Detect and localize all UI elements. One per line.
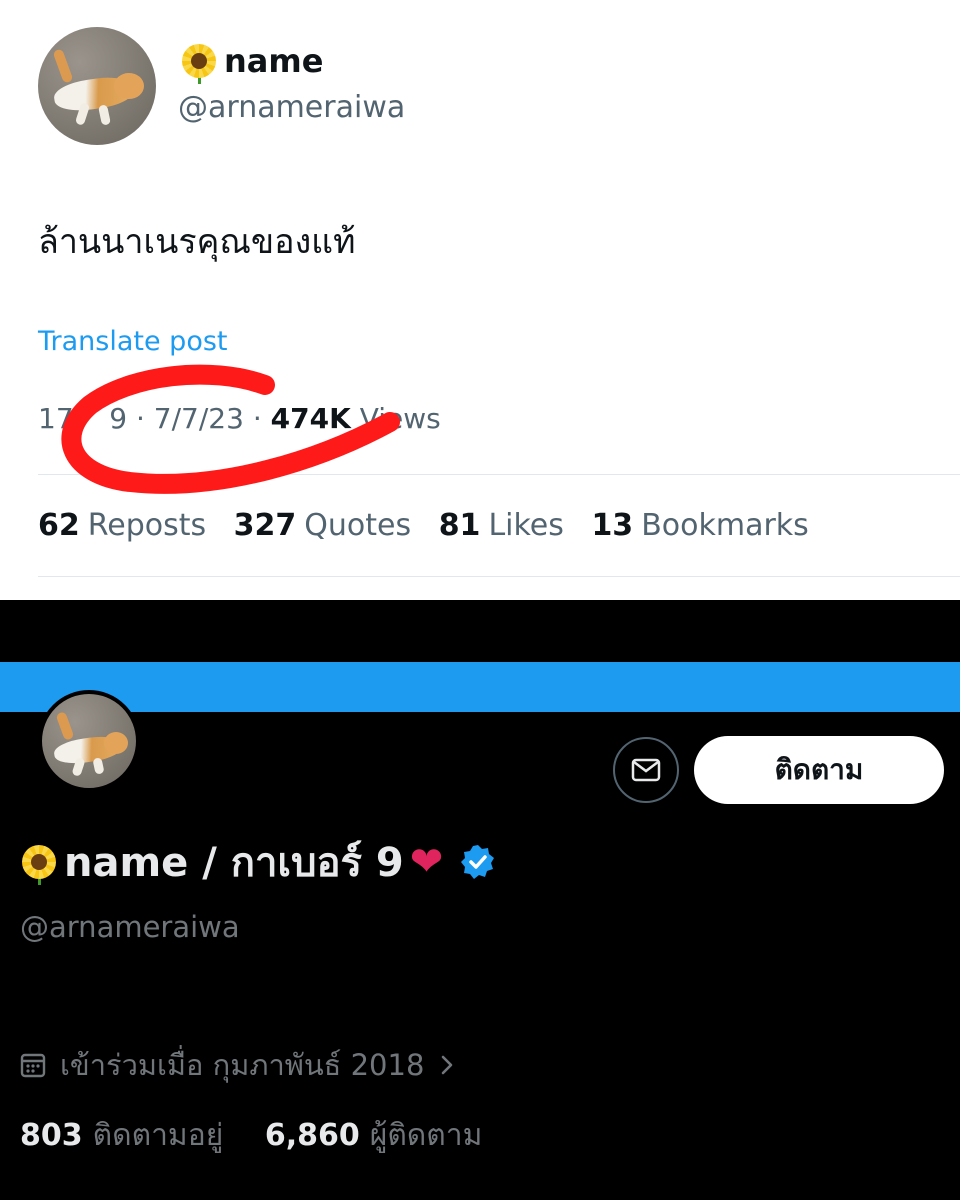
post-meta: 17 9 · 7/7/23 · 474K Views bbox=[38, 402, 441, 435]
chevron-right-icon bbox=[442, 1055, 453, 1075]
views-label: Views bbox=[359, 402, 441, 435]
envelope-icon bbox=[631, 758, 661, 782]
views-count: 474K bbox=[270, 402, 351, 435]
post-stats: 62 Reposts 327 Quotes 81 Likes 13 Bookmarks bbox=[38, 508, 827, 543]
post-time[interactable]: 17 9 bbox=[38, 402, 127, 435]
post-date[interactable]: 7/7/23 bbox=[154, 402, 244, 435]
divider bbox=[38, 576, 960, 577]
post-author-handle[interactable]: @arnameraiwa bbox=[178, 90, 405, 125]
message-button[interactable] bbox=[613, 737, 679, 803]
stat-reposts[interactable]: 62 Reposts bbox=[38, 508, 206, 543]
follow-counts: 803 ติดตามอยู่ 6,860 ผู้ติดตาม bbox=[20, 1112, 514, 1159]
follow-button[interactable]: ติดตาม bbox=[694, 736, 944, 804]
meta-separator: · bbox=[135, 402, 145, 435]
post-panel: name @arnameraiwa ล้านนาเนรคุณของแท้ Tra… bbox=[0, 0, 960, 600]
sunflower-icon bbox=[180, 42, 218, 84]
verified-badge-icon[interactable] bbox=[459, 843, 497, 881]
profile-display-name-text: name / กาเบอร์ 9 bbox=[64, 840, 404, 886]
heart-icon: ❤ bbox=[409, 839, 444, 885]
meta-separator: · bbox=[252, 402, 262, 435]
post-text: ล้านนาเนรคุณของแท้ bbox=[38, 222, 356, 262]
stat-likes[interactable]: 81 Likes bbox=[439, 508, 564, 543]
profile-banner bbox=[0, 662, 960, 712]
joined-text: เข้าร่วมเมื่อ กุมภาพันธ์ 2018 bbox=[60, 1048, 425, 1082]
profile-avatar[interactable] bbox=[38, 690, 140, 792]
profile-handle: @arnameraiwa bbox=[20, 910, 240, 944]
post-author-name[interactable]: name bbox=[180, 42, 324, 84]
divider bbox=[38, 474, 960, 475]
followers-link[interactable]: 6,860 ผู้ติดตาม bbox=[265, 1118, 483, 1153]
stat-quotes[interactable]: 327 Quotes bbox=[234, 508, 411, 543]
calendar-icon bbox=[20, 1053, 46, 1078]
profile-display-name: name / กาเบอร์ 9 ❤ bbox=[20, 830, 497, 894]
stat-bookmarks[interactable]: 13 Bookmarks bbox=[591, 508, 808, 543]
joined-date[interactable]: เข้าร่วมเมื่อ กุมภาพันธ์ 2018 bbox=[20, 1042, 456, 1088]
post-author-name-text: name bbox=[224, 42, 324, 80]
following-link[interactable]: 803 ติดตามอยู่ bbox=[20, 1118, 223, 1153]
sunflower-icon bbox=[20, 843, 58, 885]
translate-post-link[interactable]: Translate post bbox=[38, 326, 228, 357]
post-avatar[interactable] bbox=[38, 27, 156, 145]
